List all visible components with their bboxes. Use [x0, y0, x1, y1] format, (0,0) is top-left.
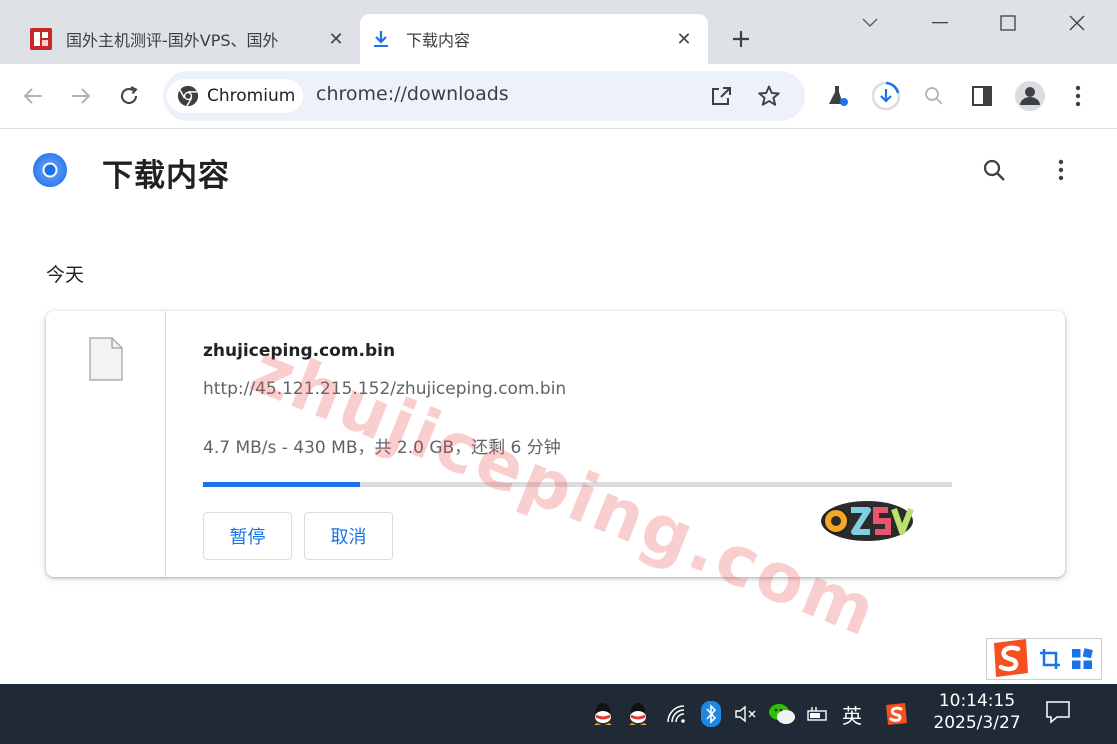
reload-icon	[121, 86, 138, 104]
forward-button[interactable]	[63, 78, 99, 114]
back-arrow-icon	[23, 88, 42, 104]
bookmark-button[interactable]	[751, 78, 787, 114]
notification-button[interactable]	[1044, 698, 1072, 726]
profile-button[interactable]	[1012, 78, 1048, 114]
side-panel-button[interactable]	[964, 78, 1000, 114]
flask-icon	[829, 86, 848, 106]
chromium-icon	[177, 85, 199, 107]
close-tab-icon[interactable]: ✕	[670, 25, 698, 53]
search-downloads-button[interactable]	[976, 152, 1012, 188]
labs-button[interactable]	[820, 78, 856, 114]
chevron-down-icon	[862, 18, 878, 28]
ime-toolbar	[986, 638, 1102, 680]
plus-icon	[733, 31, 749, 47]
side-panel-icon	[972, 86, 992, 106]
download-icon	[368, 26, 394, 52]
toolbox-icon[interactable]	[1071, 648, 1093, 670]
forward-arrow-icon	[72, 88, 91, 104]
tab-title: 下载内容	[406, 31, 471, 50]
tab-downloads[interactable]: 下载内容 ✕	[360, 14, 708, 64]
date-section-label: 今天	[46, 264, 85, 286]
omnibox[interactable]: Chromium chrome://downloads	[163, 71, 805, 121]
pause-button[interactable]: 暂停	[203, 512, 292, 560]
search-icon	[983, 159, 1005, 181]
maximize-button[interactable]	[988, 8, 1028, 38]
clock-date: 2025/3/27	[933, 713, 1021, 733]
avatar-icon	[1015, 81, 1045, 111]
search-icon	[925, 87, 943, 105]
minimize-button[interactable]	[920, 8, 960, 38]
qq-icon[interactable]	[624, 700, 652, 728]
download-progress-icon	[871, 81, 901, 111]
bluetooth-icon[interactable]	[697, 700, 725, 728]
progress-fill	[203, 482, 361, 487]
taskbar: 英 10:14:15 2025/3/27	[0, 684, 1117, 744]
new-tab-button[interactable]	[726, 24, 756, 54]
toolbar: Chromium chrome://downloads	[0, 64, 1117, 129]
crop-icon[interactable]	[1039, 648, 1061, 670]
power-icon[interactable]	[804, 700, 832, 728]
downloads-menu-button[interactable]	[1043, 152, 1079, 188]
more-vert-icon	[1075, 85, 1081, 107]
qq-icon[interactable]	[589, 700, 617, 728]
downloads-button[interactable]	[868, 78, 904, 114]
clock-time: 10:14:15	[938, 691, 1016, 711]
search-toolbar-button[interactable]	[916, 78, 952, 114]
tab-zhujiceping[interactable]: 国外主机测评-国外VPS、国外 ✕	[20, 14, 360, 64]
close-icon	[1069, 15, 1085, 31]
more-vert-icon	[1058, 159, 1064, 181]
file-icon	[89, 337, 123, 381]
site-chip[interactable]: Chromium	[167, 79, 303, 113]
star-icon	[758, 85, 780, 106]
share-button[interactable]	[703, 78, 739, 114]
sogou-logo-icon[interactable]	[988, 637, 1032, 679]
system-clock[interactable]: 10:14:15 2025/3/27	[922, 690, 1032, 734]
close-window-button[interactable]	[1057, 8, 1097, 38]
close-tab-icon[interactable]: ✕	[322, 25, 350, 53]
sogou-tray-icon[interactable]	[882, 700, 910, 728]
ozsv-sticker-icon	[821, 501, 914, 541]
notification-icon	[1046, 701, 1070, 724]
wifi-icon[interactable]	[663, 700, 691, 728]
tab-strip: 国外主机测评-国外VPS、国外 ✕ 下载内容 ✕	[0, 0, 1117, 64]
menu-button[interactable]	[1060, 78, 1096, 114]
back-button[interactable]	[15, 78, 51, 114]
chromium-logo-icon	[33, 153, 67, 187]
tab-title: 国外主机测评-国外VPS、国外	[66, 31, 279, 50]
site-favicon-icon	[28, 26, 54, 52]
ime-language-indicator[interactable]: 英	[838, 700, 866, 728]
url-text[interactable]: chrome://downloads	[316, 83, 509, 105]
wechat-icon[interactable]	[768, 700, 796, 728]
maximize-icon	[1000, 15, 1016, 31]
tab-search-button[interactable]	[850, 8, 890, 38]
reload-button[interactable]	[111, 78, 147, 114]
page-title: 下载内容	[102, 158, 230, 194]
card-divider	[165, 311, 166, 577]
cancel-button[interactable]: 取消	[304, 512, 393, 560]
volume-muted-icon[interactable]	[732, 700, 760, 728]
chip-label: Chromium	[207, 86, 296, 106]
minimize-icon	[932, 22, 948, 24]
share-icon	[712, 87, 731, 105]
